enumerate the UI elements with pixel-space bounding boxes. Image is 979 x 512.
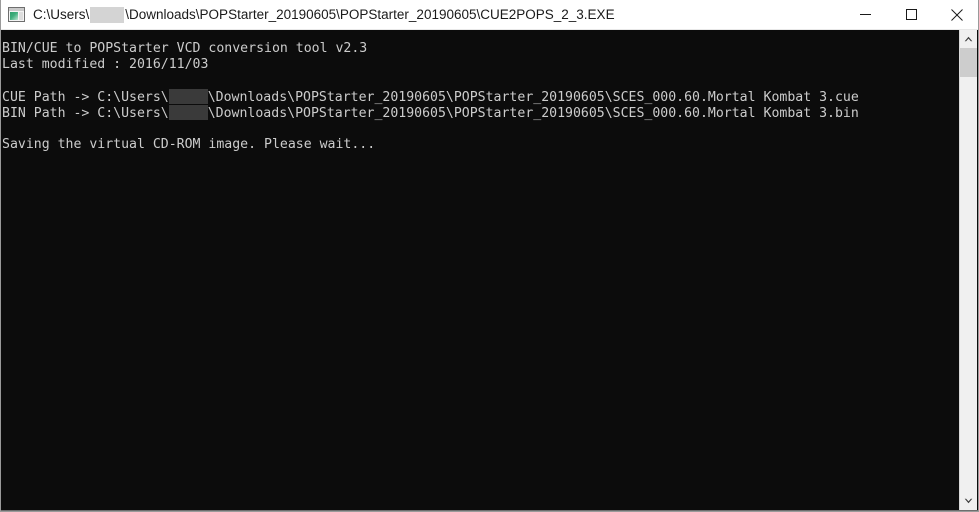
console-line: BIN/CUE to POPStarter VCD conversion too… [2,41,368,56]
scrollbar-thumb[interactable] [960,48,977,77]
maximize-button[interactable] [888,0,934,29]
redaction-block-title [90,6,125,23]
minimize-button[interactable] [842,0,888,29]
vertical-scrollbar[interactable] [959,30,977,510]
close-button[interactable] [934,0,978,29]
console-window: C:\Users\ \Downloads\POPStarter_20190605\… [0,0,979,512]
window-title: C:\Users\ \Downloads\POPStarter_20190605\… [33,0,615,30]
console-output-area[interactable]: BIN/CUE to POPStarter VCD conversion too… [1,30,978,511]
scroll-up-arrow-icon[interactable] [960,30,977,48]
scroll-down-arrow-icon[interactable] [960,492,977,510]
console-window-icon [8,7,25,22]
window-controls [842,0,978,29]
console-line-suffix: \Downloads\POPStarter_20190605\POPStarte… [207,90,859,105]
title-bar[interactable]: C:\Users\ \Downloads\POPStarter_20190605\… [1,0,978,30]
console-line-suffix: \Downloads\POPStarter_20190605\POPStarte… [207,106,859,121]
console-line: BIN Path -> C:\Users\ \Downloads\POPStart… [2,105,952,121]
console-text: BIN/CUE to POPStarter VCD conversion too… [2,41,952,153]
redaction-block-console [168,105,208,120]
window-title-prefix: C:\Users\ [33,6,90,22]
scrollbar-track[interactable] [960,48,977,492]
console-line: Saving the virtual CD-ROM image. Please … [2,137,376,152]
window-title-suffix: \Downloads\POPStarter_20190605\POPStarte… [125,6,615,22]
redaction-block-console [168,89,208,104]
console-line: CUE Path -> C:\Users\ \Downloads\POPStart… [2,89,952,105]
console-line-prefix: BIN Path -> C:\Users\ [2,106,169,121]
console-line-prefix: CUE Path -> C:\Users\ [2,90,169,105]
console-line: Last modified : 2016/11/03 [2,57,209,72]
